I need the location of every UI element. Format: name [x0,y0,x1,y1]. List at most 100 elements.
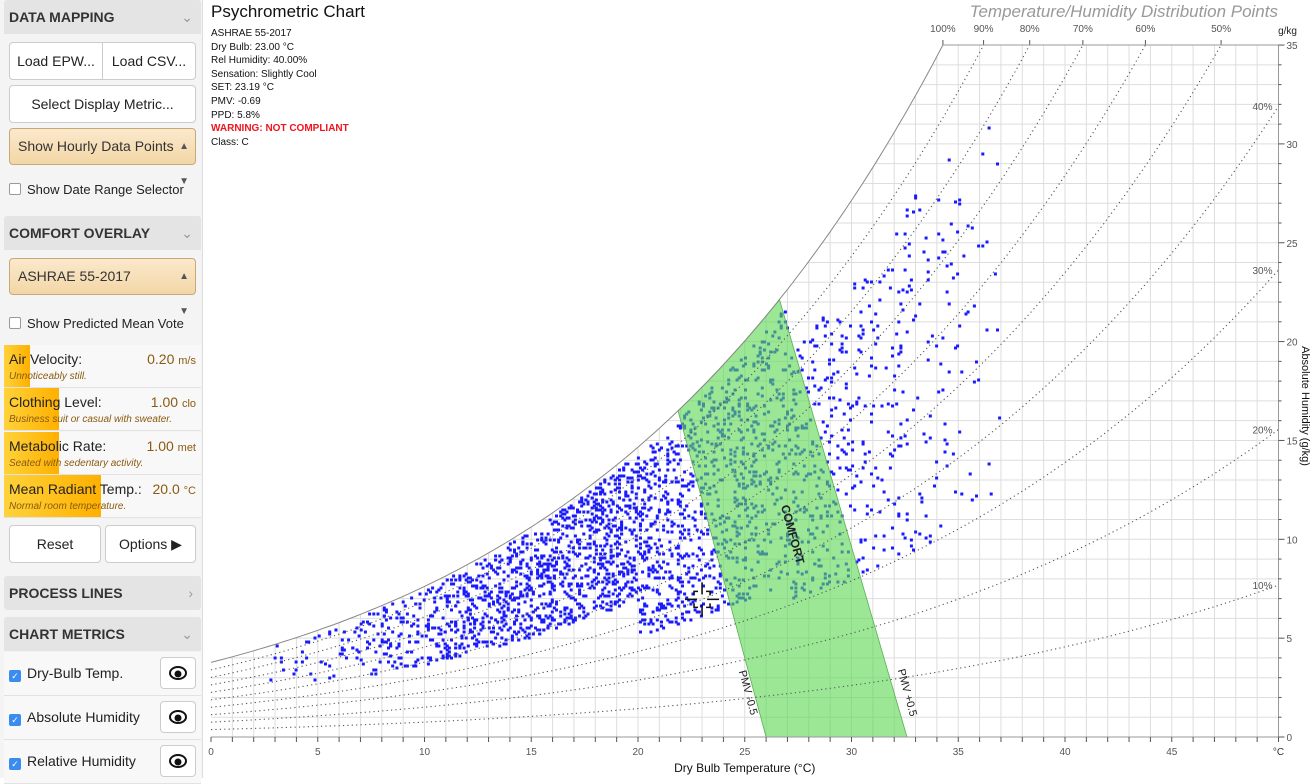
data-mapping-header[interactable]: DATA MAPPING ⌄ [4,0,201,34]
metric-checkbox[interactable]: ✓ Dry-Bulb Temp. [9,665,123,682]
data-point [651,588,655,592]
data-point [697,558,701,562]
comfort-slider[interactable]: Mean Radiant Temp.: 20.0 °C Normal room … [4,474,201,518]
data-point [846,442,850,446]
chart-metric-row: ✓ Absolute Humidity [4,696,201,740]
comfort-slider[interactable]: Air Velocity: 0.20 m/s Unnoticeably stil… [4,345,201,388]
comfort-overlay-header[interactable]: COMFORT OVERLAY ⌄ [4,216,201,250]
data-point [683,508,687,512]
data-point [508,560,512,564]
select-display-metric-button[interactable]: Select Display Metric... [9,85,196,123]
data-point [437,644,441,648]
data-point [914,194,918,198]
data-point [433,600,437,604]
data-point [666,468,670,472]
data-point [636,456,640,460]
data-point [674,616,678,620]
data-point [622,562,626,566]
visibility-toggle-button[interactable] [160,701,196,733]
y-tick-label: 30 [1287,140,1299,151]
data-point [590,580,594,584]
data-point [924,514,928,518]
data-point [912,548,915,552]
comfort-zone: COMFORTPMV -0.5 PMV +0.5 [677,298,919,738]
data-point [540,574,544,578]
display-mode-select[interactable]: Show Hourly Data Points ▲ ▼ [9,128,196,187]
data-point [647,544,651,548]
data-point [578,592,582,596]
data-point [452,574,456,578]
data-point [426,662,430,666]
metric-checkbox[interactable]: ✓ Relative Humidity [9,753,136,770]
data-point [693,510,697,514]
data-point [926,278,930,282]
data-point [935,476,939,480]
data-point [681,616,684,620]
comfort-slider[interactable]: Metabolic Rate: 1.00 met Seated with sed… [4,431,201,475]
data-point [853,508,857,512]
data-point [620,524,624,528]
comfort-slider[interactable]: Clothing Level: 1.00 clo Business suit o… [4,388,201,432]
chart-metrics-header[interactable]: CHART METRICS ⌄ [4,617,201,651]
data-point [672,458,676,462]
load-csv-button[interactable]: Load CSV... [102,42,196,80]
data-point [689,480,693,484]
data-point [666,530,670,534]
data-point [643,466,647,470]
readout-line: PPD: 5.8% [211,109,260,121]
data-point [653,520,657,524]
data-point [630,580,634,584]
data-point [609,490,613,494]
pmv-checkbox[interactable]: Show Predicted Mean Vote [9,316,184,331]
visibility-toggle-button[interactable] [160,745,196,777]
data-point [582,510,586,514]
data-point [494,636,498,640]
data-point [813,368,817,372]
data-point [825,320,829,324]
load-epw-button[interactable]: Load EPW... [9,42,103,80]
data-point [399,616,403,620]
visibility-toggle-button[interactable] [160,657,196,689]
data-point [552,606,556,610]
data-point [836,444,840,448]
data-point [559,610,563,614]
data-point [832,372,836,376]
data-point [498,586,502,590]
data-point [624,554,628,558]
chevron-down-icon: ⌄ [181,9,193,25]
date-range-checkbox[interactable]: Show Date Range Selector [9,182,184,197]
comfort-model-select[interactable]: ASHRAE 55-2017 ▲ ▼ [9,258,196,317]
reset-button[interactable]: Reset [9,525,101,563]
data-point [655,618,659,622]
data-point [334,628,338,632]
data-point [529,542,533,546]
options-button[interactable]: Options ▶ [105,525,196,563]
data-point [989,492,993,496]
data-point [538,632,542,636]
data-point [611,524,615,528]
data-point [473,604,477,608]
data-point [561,532,565,536]
process-lines-header[interactable]: PROCESS LINES › [4,576,201,610]
data-point [580,576,584,580]
data-point [492,630,495,634]
data-point [867,450,871,454]
data-point [977,244,981,248]
x-tick-label: 15 [526,747,538,758]
data-point [695,572,699,576]
data-point [468,598,472,602]
data-point [599,490,603,494]
data-point [607,518,611,522]
data-point [645,472,649,476]
metric-checkbox[interactable]: ✓ Absolute Humidity [9,709,140,726]
data-point [970,226,974,230]
data-point [548,622,552,626]
data-point [710,606,714,610]
data-point [292,672,296,676]
x-tick-label: 30 [846,747,858,758]
data-point [269,678,273,682]
data-point [880,404,884,408]
data-point [691,564,695,568]
data-point [691,484,695,488]
data-point [550,610,554,614]
